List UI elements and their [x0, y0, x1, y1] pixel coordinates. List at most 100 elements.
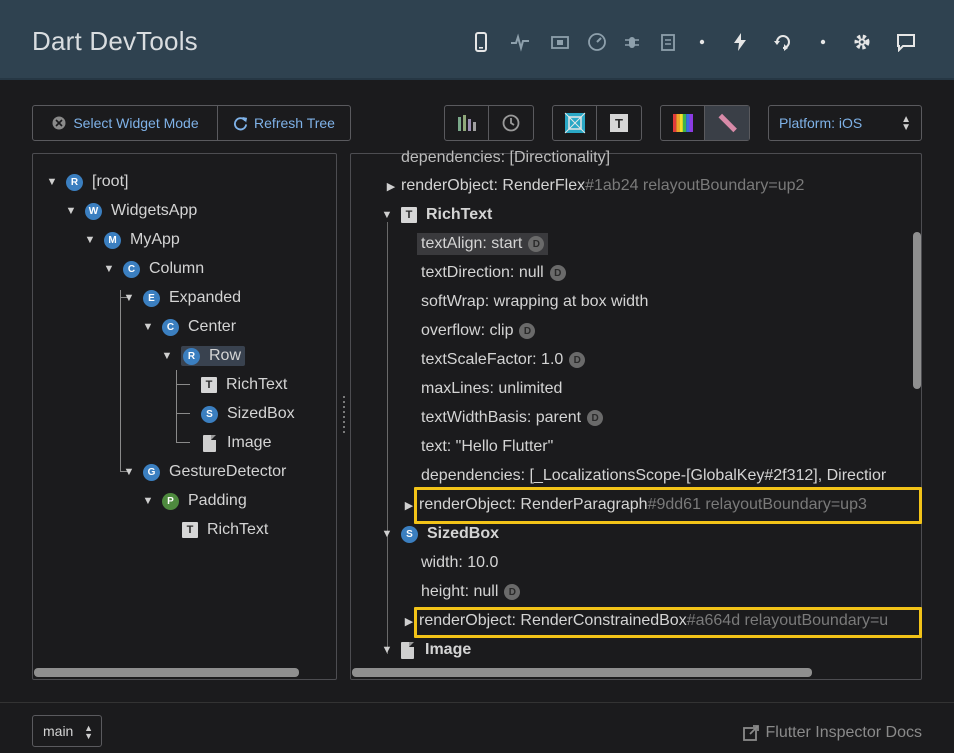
property-row[interactable]: textDirection: null D: [421, 261, 566, 285]
property-label: overflow: clip: [421, 322, 514, 339]
tree-node-center[interactable]: ▼ C Center: [142, 315, 236, 339]
property-row[interactable]: width: 10.0: [421, 551, 498, 575]
property-label: width: 10.0: [421, 554, 499, 571]
expand-caret-icon[interactable]: ▼: [46, 176, 58, 188]
collapsed-caret-icon[interactable]: ▶: [404, 499, 414, 512]
repaint-group: [660, 105, 750, 141]
property-row[interactable]: softWrap: wrapping at box width: [421, 290, 648, 314]
debugger-icon[interactable]: [622, 32, 642, 52]
collapsed-caret-icon[interactable]: ▶: [404, 615, 414, 628]
invert-oversized-images-button[interactable]: [705, 106, 749, 140]
tree-node-label: [root]: [92, 173, 129, 190]
tree-node-image[interactable]: Image: [203, 431, 271, 455]
more-icon[interactable]: [813, 32, 833, 52]
property-row[interactable]: dependencies: [_LocalizationsScope-[Glob…: [421, 464, 911, 488]
performance-overlay-button[interactable]: [445, 106, 489, 140]
property-row[interactable]: maxLines: unlimited: [421, 377, 562, 401]
expand-caret-icon[interactable]: ▼: [123, 292, 135, 304]
cpu-profiler-icon[interactable]: [550, 32, 570, 52]
render-object-hash: #1ab24 relayoutBoundary=up2: [585, 177, 805, 194]
refresh-tree-button[interactable]: Refresh Tree: [218, 106, 350, 140]
select-widget-mode-button[interactable]: Select Widget Mode: [33, 106, 218, 140]
expand-caret-icon[interactable]: ▼: [142, 321, 154, 333]
tree-node-label: RichText: [226, 376, 288, 393]
default-value-badge: D: [519, 323, 536, 339]
paint-baselines-button[interactable]: T: [597, 106, 641, 140]
tree-node-gesturedetector[interactable]: ▼ G GestureDetector: [123, 460, 286, 484]
logging-icon[interactable]: [692, 32, 712, 52]
property-row[interactable]: textAlign: start D: [417, 232, 549, 256]
property-row[interactable]: textWidthBasis: parent D: [421, 406, 604, 430]
hot-reload-icon[interactable]: [730, 32, 750, 52]
network-icon[interactable]: [658, 32, 678, 52]
tree-node-richtext-2[interactable]: T RichText: [182, 518, 268, 542]
highlight-box: [414, 607, 922, 638]
hot-restart-icon[interactable]: [773, 32, 793, 52]
feedback-icon[interactable]: [896, 32, 916, 52]
bar-chart-icon: [457, 115, 476, 131]
memory-icon[interactable]: [587, 32, 607, 52]
tree-node-column[interactable]: ▼ C Column: [103, 257, 204, 281]
render-flex-row[interactable]: ▶ renderObject: RenderFlex #1ab24 relayo…: [385, 174, 805, 198]
details-vertical-scrollbar[interactable]: [913, 232, 921, 389]
tree-node-root[interactable]: ▼ R [root]: [46, 170, 128, 194]
expand-caret-icon[interactable]: ▼: [84, 234, 96, 246]
tree-node-expanded[interactable]: ▼ E Expanded: [123, 286, 241, 310]
property-label: textAlign: start: [421, 235, 523, 252]
image-node-header[interactable]: ▼ Image: [381, 638, 471, 662]
details-guide-line: [387, 222, 388, 654]
phone-icon[interactable]: [471, 32, 491, 52]
debug-paint-button[interactable]: [553, 106, 597, 140]
tree-node-label: Row: [209, 347, 242, 364]
default-value-badge: D: [549, 265, 566, 281]
expand-caret-icon[interactable]: ▼: [123, 466, 135, 478]
collapsed-caret-icon[interactable]: ▶: [385, 180, 397, 193]
tree-node-sizedbox[interactable]: S SizedBox: [201, 402, 295, 426]
repaint-rainbow-button[interactable]: [661, 106, 705, 140]
docs-link-label: Flutter Inspector Docs: [765, 724, 923, 741]
isolate-select[interactable]: main ▲ ▼: [32, 715, 102, 747]
tree-guide-line: [176, 413, 190, 414]
property-label: height: null: [421, 583, 499, 600]
details-horizontal-scrollbar[interactable]: [352, 668, 812, 677]
property-row[interactable]: overflow: clip D: [421, 319, 536, 343]
expand-caret-icon[interactable]: ▼: [65, 205, 77, 217]
platform-select[interactable]: Platform: iOS ▲ ▼: [768, 105, 922, 141]
expand-caret-icon[interactable]: ▼: [381, 528, 393, 540]
richtext-header-label: RichText: [426, 206, 493, 223]
select-widget-mode-label: Select Widget Mode: [73, 115, 199, 131]
tree-node-widgetsapp[interactable]: ▼ W WidgetsApp: [65, 199, 197, 223]
text-widget-icon: T: [401, 207, 417, 223]
widget-badge-icon: M: [104, 231, 121, 249]
property-label: dependencies: [_LocalizationsScope-[Glob…: [421, 467, 887, 484]
performance-icon[interactable]: [510, 32, 530, 52]
expand-caret-icon[interactable]: ▼: [161, 350, 173, 362]
expand-caret-icon[interactable]: ▼: [103, 263, 115, 275]
tree-node-richtext[interactable]: T RichText: [201, 373, 287, 397]
tree-node-row[interactable]: ▼ R Row: [161, 344, 246, 368]
tree-node-label: Column: [149, 260, 205, 277]
panel-resize-handle[interactable]: [341, 396, 347, 436]
flutter-inspector-docs-link[interactable]: Flutter Inspector Docs: [742, 724, 923, 742]
refresh-tree-label: Refresh Tree: [254, 115, 335, 131]
tree-node-label: Image: [227, 434, 272, 451]
expand-caret-icon[interactable]: ▼: [381, 209, 393, 221]
property-row[interactable]: height: null D: [421, 580, 521, 604]
expand-caret-icon[interactable]: ▼: [142, 495, 154, 507]
property-row[interactable]: text: "Hello Flutter": [421, 435, 553, 459]
tree-node-label: WidgetsApp: [111, 202, 198, 219]
settings-icon[interactable]: [852, 32, 872, 52]
richtext-node-header[interactable]: ▼ T RichText: [381, 203, 492, 227]
target-icon: [52, 116, 66, 130]
sizedbox-node-header[interactable]: ▼ S SizedBox: [381, 522, 499, 546]
tree-horizontal-scrollbar[interactable]: [34, 668, 299, 677]
selected-node-highlight: R Row: [181, 346, 246, 366]
property-row[interactable]: textScaleFactor: 1.0 D: [421, 348, 586, 372]
debug-paint-group: T: [552, 105, 642, 141]
tree-node-myapp[interactable]: ▼ M MyApp: [84, 228, 180, 252]
tree-node-padding[interactable]: ▼ P Padding: [142, 489, 247, 513]
expand-caret-icon[interactable]: ▼: [381, 644, 393, 656]
text-baseline-icon: T: [610, 114, 628, 132]
sizedbox-header-label: SizedBox: [427, 525, 500, 542]
slow-animations-button[interactable]: [489, 106, 533, 140]
